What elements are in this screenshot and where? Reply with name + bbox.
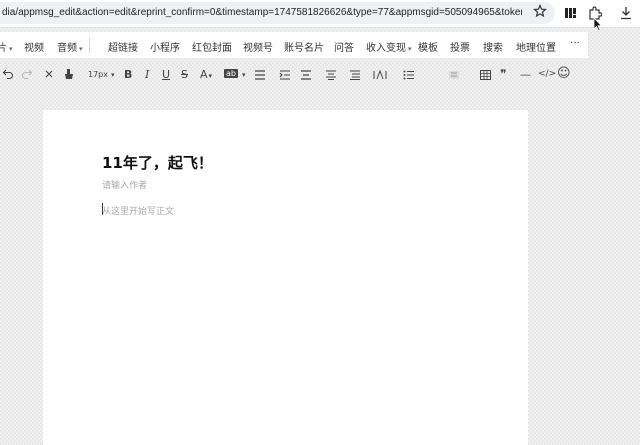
align-center-icon[interactable] [300, 70, 312, 80]
letter-spacing-icon[interactable] [373, 70, 387, 80]
insert-video-button[interactable]: 视频 [24, 39, 44, 54]
insert-redpacket-cover-button[interactable]: 红包封面 [192, 39, 232, 54]
download-icon[interactable] [619, 6, 633, 20]
underline-button[interactable]: U [162, 68, 170, 81]
blockquote-icon[interactable]: ❞ [500, 67, 506, 81]
background-color-button[interactable]: ab [224, 69, 238, 78]
code-icon[interactable]: </> [538, 69, 556, 79]
bullet-list-icon[interactable] [403, 70, 415, 80]
format-toolbar: 17px ▾ B I U S A▾ ab ▾ ❞ — </> ☺ [0, 62, 640, 90]
extension-icon[interactable] [564, 6, 578, 20]
insert-image-menu[interactable]: 片 ▾ [0, 39, 13, 54]
bookmark-star-icon[interactable] [533, 4, 547, 18]
divider-line-icon[interactable]: — [520, 68, 531, 81]
insert-template-button[interactable]: 模板 [418, 39, 438, 54]
paragraph-spacing-icon[interactable] [349, 70, 361, 80]
redo-icon[interactable] [21, 68, 33, 80]
insert-audio-menu[interactable]: 音频 ▾ [57, 39, 83, 54]
chevron-down-icon[interactable]: ▾ [242, 71, 246, 79]
font-size-select[interactable]: 17px [88, 70, 108, 79]
toolbar-divider [89, 38, 90, 53]
chevron-down-icon[interactable]: ▾ [111, 71, 115, 79]
browser-address-bar: dia/appmsg_edit&action=edit&reprint_conf… [0, 0, 640, 31]
bold-button[interactable]: B [124, 68, 132, 81]
clear-format-icon[interactable] [43, 68, 55, 80]
insert-miniprogram-button[interactable]: 小程序 [150, 39, 180, 54]
block-style-icon[interactable] [448, 70, 460, 80]
insert-account-card-button[interactable]: 账号名片 [284, 39, 324, 54]
mouse-cursor-icon [593, 17, 603, 31]
more-options-button[interactable]: ··· [570, 37, 580, 48]
strikethrough-button[interactable]: S [181, 68, 188, 81]
align-menu-icon[interactable] [254, 70, 266, 80]
insert-monetization-menu[interactable]: 收入变现 ▾ [366, 39, 412, 54]
body-editor[interactable]: 从这里开始写正文 [102, 204, 174, 217]
font-color-button[interactable]: A▾ [200, 68, 212, 81]
editor-page[interactable]: 11年了，起飞！ 请输入作者 从这里开始写正文 [43, 110, 528, 445]
line-spacing-icon[interactable] [325, 70, 337, 80]
undo-icon[interactable] [2, 68, 14, 80]
insert-channels-button[interactable]: 视频号 [243, 39, 273, 54]
author-field[interactable]: 请输入作者 [102, 178, 147, 191]
format-painter-icon[interactable] [63, 68, 75, 80]
insert-toolbar: 片 ▾ 视频 音频 ▾ 超链接 小程序 红包封面 视频号 账号名片 问答 收入变现 ▾… [0, 32, 588, 59]
emoji-icon[interactable]: ☺ [557, 66, 571, 81]
url-field[interactable]: dia/appmsg_edit&action=edit&reprint_conf… [0, 2, 555, 24]
url-text[interactable]: dia/appmsg_edit&action=edit&reprint_conf… [2, 7, 522, 18]
insert-vote-button[interactable]: 投票 [450, 39, 470, 54]
italic-button[interactable]: I [145, 68, 149, 81]
table-icon[interactable] [480, 70, 491, 80]
indent-icon[interactable] [279, 70, 291, 80]
article-title[interactable]: 11年了，起飞！ [102, 152, 213, 173]
insert-link-button[interactable]: 超链接 [108, 39, 138, 54]
insert-location-button[interactable]: 地理位置 [516, 39, 556, 54]
insert-search-button[interactable]: 搜索 [483, 39, 503, 54]
insert-qa-button[interactable]: 问答 [334, 39, 354, 54]
